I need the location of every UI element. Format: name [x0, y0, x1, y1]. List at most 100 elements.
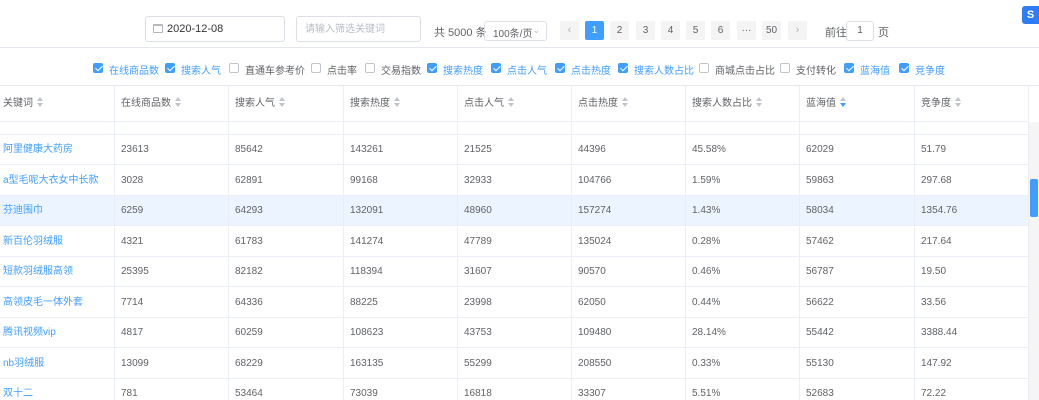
page-1-button[interactable]: 1: [585, 21, 604, 40]
keyword-link[interactable]: nb羽绒服: [3, 349, 44, 379]
table-cell: 781: [121, 388, 138, 399]
column-header-label: 关键词: [3, 98, 33, 109]
checkbox-icon: [844, 63, 854, 73]
checkbox-icon: [899, 63, 909, 73]
checkbox-icon: [491, 63, 501, 73]
table-row[interactable]: 双十二 781 53464 73039 16818 33307 5.51% 52683 72.2…: [0, 379, 1029, 400]
table-row[interactable]: 腾讯视频vip 4817 60259 108623 43753 109480 28.14% 5…: [0, 318, 1029, 348]
extension-icon[interactable]: S: [1022, 6, 1039, 24]
page-3-button[interactable]: 3: [636, 21, 655, 40]
table-cell: 13099: [121, 357, 149, 369]
table-header: 关键词 在线商品数 搜索人气 搜索热度 点击人气 点击热度 搜索人数占比 蓝海值…: [0, 86, 1029, 122]
more-pages-button[interactable]: ···: [737, 21, 756, 40]
sort-icon[interactable]: [622, 97, 628, 107]
keyword-input[interactable]: [305, 18, 415, 40]
sort-icon[interactable]: [955, 97, 961, 107]
scrollbar-thumb[interactable]: [1030, 179, 1038, 217]
table-row[interactable]: 芬迪围巾 6259 64293 132091 48960 157274 1.43% 58034…: [0, 196, 1029, 226]
table-cell: 32933: [464, 174, 492, 186]
table-cell: 60259: [235, 327, 263, 338]
table-row[interactable]: nb羽绒服 13099 68229 163135 55299 208550 0.33% 551…: [0, 348, 1029, 379]
column-header[interactable]: 搜索人数占比: [692, 86, 762, 122]
vertical-scrollbar[interactable]: [1029, 122, 1039, 400]
table-cell: 5.51%: [692, 388, 721, 399]
filter-label: 直通车参考价: [245, 66, 305, 77]
column-header-active-sort[interactable]: 蓝海值: [806, 86, 846, 122]
table-cell: 0.46%: [692, 266, 721, 277]
column-divider: [685, 86, 686, 400]
column-header-label: 在线商品数: [121, 98, 171, 109]
keyword-link[interactable]: 芬迪围巾: [3, 196, 43, 226]
table-row[interactable]: 短款羽绒服高领 25395 82182 118394 31607 90570 0.46% 56…: [0, 257, 1029, 287]
table-cell: 59863: [806, 174, 834, 186]
column-header[interactable]: 竞争度: [921, 86, 961, 122]
page-2-button[interactable]: 2: [610, 21, 629, 40]
goto-page-input[interactable]: 1: [846, 21, 874, 41]
column-header[interactable]: 搜索热度: [350, 86, 400, 122]
table-cell: 44396: [578, 144, 606, 155]
sort-icon[interactable]: [37, 97, 43, 107]
table-cell: 0.44%: [692, 296, 721, 308]
table-cell: 62029: [806, 144, 834, 155]
checkbox-icon: [555, 63, 565, 73]
prev-page-button[interactable]: ‹: [560, 21, 579, 40]
sort-icon[interactable]: [279, 97, 285, 107]
page-6-button[interactable]: 6: [711, 21, 730, 40]
table-cell: 3028: [121, 174, 144, 186]
table-cell: 33.56: [921, 296, 947, 308]
keyword-link[interactable]: a型毛呢大衣女中长款: [3, 166, 99, 196]
column-header[interactable]: 点击人气: [464, 86, 514, 122]
table-cell: 57462: [806, 235, 834, 247]
table-cell: 90570: [578, 266, 606, 277]
keyword-link[interactable]: 阿里健康大药房: [3, 135, 73, 165]
checkbox-icon: [780, 63, 790, 73]
page-5-button[interactable]: 5: [686, 21, 705, 40]
page-size-select[interactable]: 100条/页 ⌄: [484, 21, 547, 41]
filter-label: 搜索人气: [181, 66, 221, 77]
column-header-label: 搜索人气: [235, 98, 275, 109]
table-cell: 7714: [121, 296, 144, 308]
next-page-button[interactable]: ›: [788, 21, 807, 40]
table-cell: 58034: [806, 205, 834, 216]
keyword-link[interactable]: 双十二: [3, 379, 33, 400]
page-50-button[interactable]: 50: [762, 21, 781, 40]
sort-icon[interactable]: [508, 97, 514, 107]
table-row[interactable]: a型毛呢大衣女中长款 3028 62891 99168 32933 104766 1.59%…: [0, 165, 1029, 196]
filter-label: 点击热度: [571, 66, 611, 77]
table-cell: 104766: [578, 174, 612, 186]
column-header-label: 搜索人数占比: [692, 98, 752, 109]
table-cell: 19.50: [921, 266, 947, 277]
column-header[interactable]: 点击热度: [578, 86, 628, 122]
keyword-link[interactable]: 新百伦羽绒服: [3, 227, 63, 257]
table-cell: 53464: [235, 388, 263, 399]
table-row[interactable]: 高领皮毛一体外套 7714 64336 88225 23998 62050 0.44% 566…: [0, 287, 1029, 318]
keyword-link[interactable]: 腾讯视频vip: [3, 318, 56, 348]
page-4-button[interactable]: 4: [661, 21, 680, 40]
column-header[interactable]: 在线商品数: [121, 86, 181, 122]
table-cell: 157274: [578, 205, 612, 216]
date-picker[interactable]: 2020-12-08: [145, 16, 285, 42]
table-cell: 0.28%: [692, 235, 721, 247]
page-size-value: 100条/页: [493, 29, 533, 40]
table-row[interactable]: 新百伦羽绒服 4321 61783 141274 47789 135024 0.28% 574…: [0, 226, 1029, 257]
sort-desc-icon[interactable]: [840, 97, 846, 107]
column-header-keyword[interactable]: 关键词: [3, 86, 43, 122]
table-cell: 21525: [464, 144, 492, 155]
column-header[interactable]: 搜索人气: [235, 86, 285, 122]
filter-label: 搜索人数占比: [634, 66, 694, 77]
table-row[interactable]: 阿里健康大药房 23613 85642 143261 21525 44396 45.58% 6…: [0, 135, 1029, 165]
sort-icon[interactable]: [394, 97, 400, 107]
keyword-link[interactable]: 短款羽绒服高领: [3, 257, 73, 287]
toolbar: 2020-12-08 共 5000 条 100条/页 ⌄ ‹ 1 2 3 4 5…: [0, 0, 1039, 48]
column-header-label: 搜索热度: [350, 98, 390, 109]
filter-label: 支付转化: [796, 66, 836, 77]
sort-icon[interactable]: [175, 97, 181, 107]
checkbox-icon: [365, 63, 375, 73]
table-cell: 6259: [121, 205, 144, 216]
table-cell: 4321: [121, 235, 144, 247]
keyword-filter[interactable]: [296, 16, 421, 42]
table-cell: 61783: [235, 235, 263, 247]
table-cell: 55299: [464, 357, 492, 369]
keyword-link[interactable]: 高领皮毛一体外套: [3, 288, 83, 318]
sort-icon[interactable]: [756, 97, 762, 107]
